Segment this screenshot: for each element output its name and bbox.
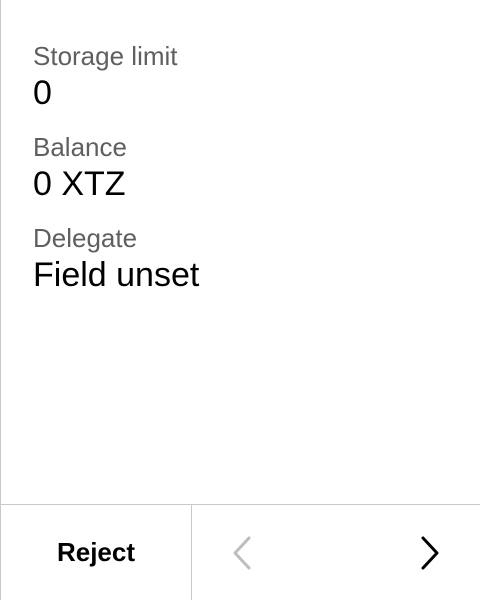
delegate-label: Delegate <box>33 223 138 253</box>
field-list: Storage limit 0 Balance 0 XTZ Delegate F… <box>33 40 453 313</box>
transaction-review-screen: Storage limit 0 Balance 0 XTZ Delegate F… <box>0 0 480 600</box>
footer-bar: Reject <box>1 504 480 600</box>
storage-limit-label: Storage limit <box>33 41 178 71</box>
balance-label: Balance <box>33 132 127 162</box>
delegate-field: Delegate Field unset <box>33 222 453 295</box>
balance-value: 0 XTZ <box>33 165 126 203</box>
balance-field: Balance 0 XTZ <box>33 131 453 204</box>
storage-limit-value: 0 <box>33 74 52 112</box>
storage-limit-field: Storage limit 0 <box>33 40 453 113</box>
delegate-value: Field unset <box>33 256 200 294</box>
previous-page-button[interactable] <box>208 505 278 600</box>
reject-button[interactable]: Reject <box>1 505 192 600</box>
next-page-button[interactable] <box>394 505 464 600</box>
chevron-left-icon <box>233 536 251 569</box>
page-navigation <box>192 505 480 600</box>
chevron-right-icon <box>421 536 439 569</box>
